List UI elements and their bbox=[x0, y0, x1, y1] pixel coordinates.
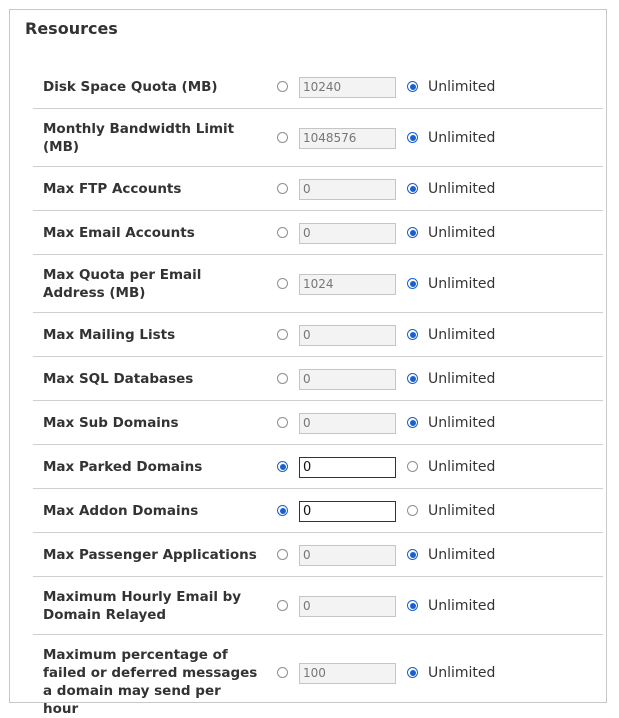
max-sub-domains-unlimited-label[interactable]: Unlimited bbox=[428, 414, 495, 432]
max-quota-per-email-value-radio[interactable] bbox=[277, 278, 288, 289]
max-ftp-accounts-input[interactable]: 0 bbox=[299, 179, 396, 200]
monthly-bandwidth-limit-unlimited-label[interactable]: Unlimited bbox=[428, 129, 495, 147]
row-max-mailing-lists: Max Mailing Lists 0 Unlimited bbox=[33, 313, 603, 357]
max-passenger-applications-value-radio[interactable] bbox=[277, 549, 288, 560]
max-hourly-email-relayed-label: Maximum Hourly Email by Domain Relayed bbox=[43, 589, 242, 623]
max-sql-databases-label: Max SQL Databases bbox=[43, 371, 194, 387]
max-sql-databases-unlimited-label[interactable]: Unlimited bbox=[428, 370, 495, 388]
max-failed-deferred-percentage-unlimited-radio[interactable] bbox=[407, 667, 418, 678]
max-ftp-accounts-label: Max FTP Accounts bbox=[43, 181, 182, 197]
monthly-bandwidth-limit-unlimited-radio[interactable] bbox=[407, 132, 418, 143]
max-parked-domains-value-radio[interactable] bbox=[277, 461, 288, 472]
max-addon-domains-unlimited-label[interactable]: Unlimited bbox=[428, 502, 495, 520]
row-max-ftp-accounts: Max FTP Accounts 0 Unlimited bbox=[33, 167, 603, 211]
max-passenger-applications-input[interactable]: 0 bbox=[299, 545, 396, 566]
max-ftp-accounts-unlimited-label[interactable]: Unlimited bbox=[428, 180, 495, 198]
row-max-sql-databases: Max SQL Databases 0 Unlimited bbox=[33, 357, 603, 401]
max-mailing-lists-unlimited-label[interactable]: Unlimited bbox=[428, 326, 495, 344]
row-max-failed-deferred-percentage: Maximum percentage of failed or deferred… bbox=[33, 635, 603, 717]
max-addon-domains-value-radio[interactable] bbox=[277, 505, 288, 516]
max-parked-domains-input[interactable]: 0 bbox=[299, 457, 396, 478]
max-passenger-applications-unlimited-label[interactable]: Unlimited bbox=[428, 546, 495, 564]
monthly-bandwidth-limit-value-radio[interactable] bbox=[277, 132, 288, 143]
max-email-accounts-input[interactable]: 0 bbox=[299, 223, 396, 244]
max-addon-domains-label: Max Addon Domains bbox=[43, 503, 199, 519]
max-ftp-accounts-unlimited-radio[interactable] bbox=[407, 183, 418, 194]
disk-space-quota-input[interactable]: 10240 bbox=[299, 77, 396, 98]
max-hourly-email-relayed-unlimited-radio[interactable] bbox=[407, 600, 418, 611]
max-sub-domains-value-radio[interactable] bbox=[277, 417, 288, 428]
row-max-hourly-email-relayed: Maximum Hourly Email by Domain Relayed 0 U… bbox=[33, 577, 603, 635]
max-sub-domains-unlimited-radio[interactable] bbox=[407, 417, 418, 428]
disk-space-quota-unlimited-label[interactable]: Unlimited bbox=[428, 78, 495, 96]
row-max-passenger-applications: Max Passenger Applications 0 Unlimited bbox=[33, 533, 603, 577]
max-sub-domains-input[interactable]: 0 bbox=[299, 413, 396, 434]
max-quota-per-email-unlimited-label[interactable]: Unlimited bbox=[428, 275, 495, 293]
max-passenger-applications-label: Max Passenger Applications bbox=[43, 547, 257, 563]
disk-space-quota-unlimited-radio[interactable] bbox=[407, 81, 418, 92]
max-parked-domains-label: Max Parked Domains bbox=[43, 459, 203, 475]
max-quota-per-email-input[interactable]: 1024 bbox=[299, 274, 396, 295]
max-addon-domains-unlimited-radio[interactable] bbox=[407, 505, 418, 516]
max-mailing-lists-input[interactable]: 0 bbox=[299, 325, 396, 346]
max-failed-deferred-percentage-label: Maximum percentage of failed or deferred… bbox=[43, 647, 258, 717]
row-monthly-bandwidth-limit: Monthly Bandwidth Limit (MB) 1048576 Unlim… bbox=[33, 109, 603, 167]
row-disk-space-quota: Disk Space Quota (MB) 10240 Unlimited bbox=[33, 65, 603, 109]
disk-space-quota-label: Disk Space Quota (MB) bbox=[43, 79, 218, 95]
monthly-bandwidth-limit-label: Monthly Bandwidth Limit (MB) bbox=[43, 121, 235, 155]
row-max-addon-domains: Max Addon Domains 0 Unlimited bbox=[33, 489, 603, 533]
max-quota-per-email-unlimited-radio[interactable] bbox=[407, 278, 418, 289]
monthly-bandwidth-limit-input[interactable]: 1048576 bbox=[299, 128, 396, 149]
max-mailing-lists-label: Max Mailing Lists bbox=[43, 327, 176, 343]
max-passenger-applications-unlimited-radio[interactable] bbox=[407, 549, 418, 560]
page: Resources Disk Space Quota (MB) 10240 Unli… bbox=[0, 0, 619, 717]
max-sql-databases-unlimited-radio[interactable] bbox=[407, 373, 418, 384]
max-failed-deferred-percentage-input[interactable]: 100 bbox=[299, 663, 396, 684]
max-sql-databases-input[interactable]: 0 bbox=[299, 369, 396, 390]
max-mailing-lists-unlimited-radio[interactable] bbox=[407, 329, 418, 340]
max-hourly-email-relayed-value-radio[interactable] bbox=[277, 600, 288, 611]
max-hourly-email-relayed-input[interactable]: 0 bbox=[299, 596, 396, 617]
max-sql-databases-value-radio[interactable] bbox=[277, 373, 288, 384]
row-max-sub-domains: Max Sub Domains 0 Unlimited bbox=[33, 401, 603, 445]
row-max-parked-domains: Max Parked Domains 0 Unlimited bbox=[33, 445, 603, 489]
max-ftp-accounts-value-radio[interactable] bbox=[277, 183, 288, 194]
row-max-quota-per-email: Max Quota per Email Address (MB) 1024 Unli… bbox=[33, 255, 603, 313]
resources-panel: Resources Disk Space Quota (MB) 10240 Unli… bbox=[9, 9, 607, 717]
panel-title: Resources bbox=[25, 19, 118, 38]
max-hourly-email-relayed-unlimited-label[interactable]: Unlimited bbox=[428, 597, 495, 615]
max-email-accounts-label: Max Email Accounts bbox=[43, 225, 195, 241]
max-quota-per-email-label: Max Quota per Email Address (MB) bbox=[43, 267, 202, 301]
max-sub-domains-label: Max Sub Domains bbox=[43, 415, 179, 431]
max-parked-domains-unlimited-label[interactable]: Unlimited bbox=[428, 458, 495, 476]
disk-space-quota-value-radio[interactable] bbox=[277, 81, 288, 92]
max-failed-deferred-percentage-unlimited-label[interactable]: Unlimited bbox=[428, 664, 495, 682]
max-email-accounts-value-radio[interactable] bbox=[277, 227, 288, 238]
max-parked-domains-unlimited-radio[interactable] bbox=[407, 461, 418, 472]
max-mailing-lists-value-radio[interactable] bbox=[277, 329, 288, 340]
resource-rows: Disk Space Quota (MB) 10240 Unlimited Month… bbox=[33, 65, 603, 717]
max-addon-domains-input[interactable]: 0 bbox=[299, 501, 396, 522]
max-email-accounts-unlimited-label[interactable]: Unlimited bbox=[428, 224, 495, 242]
max-failed-deferred-percentage-value-radio[interactable] bbox=[277, 667, 288, 678]
max-email-accounts-unlimited-radio[interactable] bbox=[407, 227, 418, 238]
row-max-email-accounts: Max Email Accounts 0 Unlimited bbox=[33, 211, 603, 255]
